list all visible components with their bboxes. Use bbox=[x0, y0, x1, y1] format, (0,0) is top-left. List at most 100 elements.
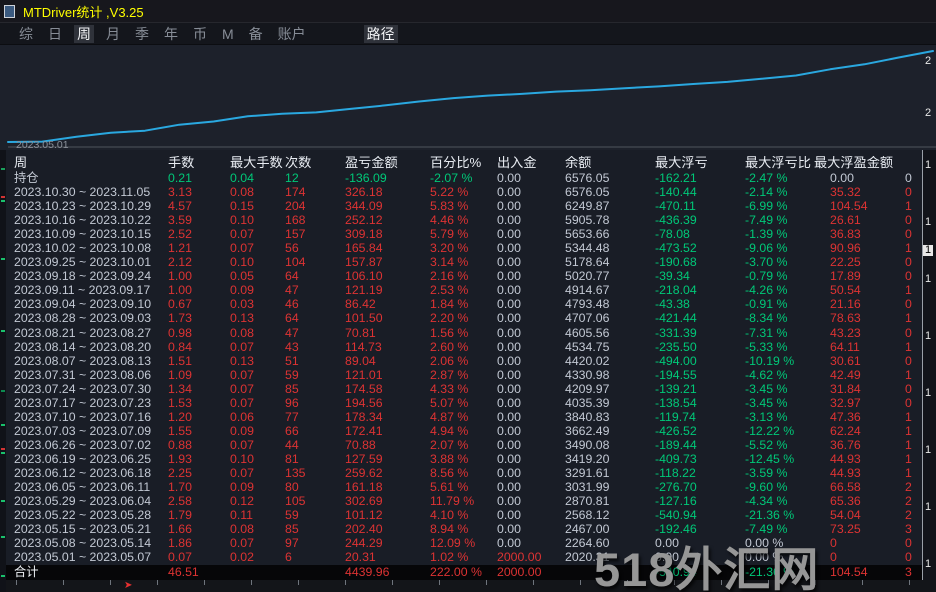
cell-lots: 46.51 bbox=[168, 565, 230, 580]
cell-lots: 1.09 bbox=[168, 368, 230, 382]
cell-date: 2023.08.21 ~ 2023.08.27 bbox=[14, 326, 168, 340]
table-row[interactable]: 2023.08.07 ~ 2023.08.131.510.135189.042.… bbox=[0, 354, 922, 368]
cell-profit: 106.10 bbox=[345, 269, 430, 283]
cell-in_out: 0.00 bbox=[497, 368, 565, 382]
cell-max_float_loss: -189.44 bbox=[655, 438, 745, 452]
cell-balance: 6249.87 bbox=[565, 199, 655, 213]
cell-lots: 1.70 bbox=[168, 480, 230, 494]
cell-clipped: 1 bbox=[905, 241, 922, 255]
table-row[interactable]: 2023.07.24 ~ 2023.07.301.340.0785174.584… bbox=[0, 382, 922, 396]
edge-mark bbox=[1, 196, 5, 198]
menu-item-3[interactable]: 周 bbox=[74, 25, 94, 43]
table-row[interactable]: 2023.06.12 ~ 2023.06.182.250.07135259.62… bbox=[0, 466, 922, 480]
price-scale-label: 2 bbox=[925, 56, 931, 67]
cell-balance: 3031.99 bbox=[565, 480, 655, 494]
table-row[interactable]: 2023.10.09 ~ 2023.10.152.520.07157309.18… bbox=[0, 227, 922, 241]
holding-row[interactable]: 持仓0.210.0412-136.09-2.07 %0.006576.05-16… bbox=[0, 171, 922, 185]
edge-mark bbox=[1, 500, 5, 502]
cell-in_out: 0.00 bbox=[497, 522, 565, 536]
cell-max_float_profit: 64.11 bbox=[830, 340, 905, 354]
axis-tick bbox=[251, 580, 252, 585]
cell-max_lots: 0.07 bbox=[230, 438, 285, 452]
table-row[interactable]: 2023.07.31 ~ 2023.08.061.090.0759121.012… bbox=[0, 368, 922, 382]
cell-balance: 6576.05 bbox=[565, 171, 655, 185]
cell-pct: 5.83 % bbox=[430, 199, 497, 213]
table-row[interactable]: 2023.07.10 ~ 2023.07.161.200.0677178.344… bbox=[0, 410, 922, 424]
axis-tick bbox=[157, 580, 158, 585]
cell-max_float_loss_pct: -1.39 % bbox=[745, 227, 830, 241]
cell-lots: 2.12 bbox=[168, 255, 230, 269]
table-row[interactable]: 2023.09.25 ~ 2023.10.012.120.10104157.87… bbox=[0, 255, 922, 269]
cell-date: 2023.05.29 ~ 2023.06.04 bbox=[14, 494, 168, 508]
cell-balance: 5653.66 bbox=[565, 227, 655, 241]
table-row[interactable]: 2023.10.02 ~ 2023.10.081.210.0756165.843… bbox=[0, 241, 922, 255]
menu-item-2[interactable]: 日 bbox=[45, 25, 65, 43]
table-row[interactable]: 2023.09.11 ~ 2023.09.171.000.0947121.192… bbox=[0, 283, 922, 297]
table-row[interactable]: 2023.08.28 ~ 2023.09.031.730.1364101.502… bbox=[0, 311, 922, 325]
table-row[interactable]: 2023.09.04 ~ 2023.09.100.670.034686.421.… bbox=[0, 297, 922, 311]
cell-max_lots: 0.09 bbox=[230, 283, 285, 297]
table-row[interactable]: 2023.05.29 ~ 2023.06.042.580.12105302.69… bbox=[0, 494, 922, 508]
menu-item-1[interactable]: 综 bbox=[16, 25, 36, 43]
cell-balance: 3291.61 bbox=[565, 466, 655, 480]
cell-lots: 1.73 bbox=[168, 311, 230, 325]
table-row[interactable]: 2023.07.03 ~ 2023.07.091.550.0966172.414… bbox=[0, 424, 922, 438]
cell-profit: 309.18 bbox=[345, 227, 430, 241]
cell-max_lots: 0.13 bbox=[230, 311, 285, 325]
table-row[interactable]: 2023.08.21 ~ 2023.08.270.980.084770.811.… bbox=[0, 326, 922, 340]
cell-date: 2023.05.01 ~ 2023.05.07 bbox=[14, 550, 168, 564]
menu-item-10[interactable]: 账户 bbox=[275, 25, 309, 43]
menu-item-4[interactable]: 月 bbox=[103, 25, 123, 43]
cell-date: 2023.10.23 ~ 2023.10.29 bbox=[14, 199, 168, 213]
cell-date: 2023.09.04 ~ 2023.09.10 bbox=[14, 297, 168, 311]
cell-profit: 244.29 bbox=[345, 536, 430, 550]
menu-item-9[interactable]: 备 bbox=[246, 25, 266, 43]
cell-count: 44 bbox=[285, 438, 345, 452]
menu-item-6[interactable]: 年 bbox=[161, 25, 181, 43]
cell-max_float_loss: -218.04 bbox=[655, 283, 745, 297]
col-header-2: 最大手数 bbox=[230, 156, 285, 171]
cell-pct: 4.46 % bbox=[430, 213, 497, 227]
cell-balance: 3840.83 bbox=[565, 410, 655, 424]
cell-balance: 5178.64 bbox=[565, 255, 655, 269]
table-row[interactable]: 2023.06.05 ~ 2023.06.111.700.0980161.185… bbox=[0, 480, 922, 494]
table-row[interactable]: 2023.10.30 ~ 2023.11.053.130.08174326.18… bbox=[0, 185, 922, 199]
cell-lots: 0.98 bbox=[168, 326, 230, 340]
cell-max_float_loss: -473.52 bbox=[655, 241, 745, 255]
cell-date: 2023.06.26 ~ 2023.07.02 bbox=[14, 438, 168, 452]
cell-lots: 1.00 bbox=[168, 283, 230, 297]
menu-item-5[interactable]: 季 bbox=[132, 25, 152, 43]
table-row[interactable]: 2023.08.14 ~ 2023.08.200.840.0743114.732… bbox=[0, 340, 922, 354]
table-row[interactable]: 2023.06.26 ~ 2023.07.020.880.074470.882.… bbox=[0, 438, 922, 452]
cell-max_lots: 0.07 bbox=[230, 340, 285, 354]
cell-count: 46 bbox=[285, 297, 345, 311]
cell-date: 2023.05.15 ~ 2023.05.21 bbox=[14, 522, 168, 536]
price-arrow-icon: ➤ bbox=[124, 580, 132, 592]
table-row[interactable]: 2023.05.22 ~ 2023.05.281.790.1159101.124… bbox=[0, 508, 922, 522]
table-row[interactable]: 2023.09.18 ~ 2023.09.241.000.0564106.102… bbox=[0, 269, 922, 283]
table-row[interactable]: 2023.06.19 ~ 2023.06.251.930.1081127.593… bbox=[0, 452, 922, 466]
table-row[interactable]: 2023.10.23 ~ 2023.10.294.570.15204344.09… bbox=[0, 199, 922, 213]
cell-date: 2023.08.07 ~ 2023.08.13 bbox=[14, 354, 168, 368]
cell-count: 80 bbox=[285, 480, 345, 494]
cell-lots: 0.07 bbox=[168, 550, 230, 564]
cell-count: 56 bbox=[285, 241, 345, 255]
table-row[interactable]: 2023.07.17 ~ 2023.07.231.530.0796194.565… bbox=[0, 396, 922, 410]
menu-item-7[interactable]: 币 bbox=[190, 25, 210, 43]
menu-item-8[interactable]: M bbox=[219, 25, 237, 43]
cell-max_float_profit: 0.00 bbox=[830, 171, 905, 185]
cell-max_float_loss: -470.11 bbox=[655, 199, 745, 213]
axis-tick bbox=[16, 580, 17, 585]
cell-max_float_loss_pct: -4.26 % bbox=[745, 283, 830, 297]
cell-clipped: 0 bbox=[905, 382, 922, 396]
cell-clipped: 0 bbox=[905, 536, 922, 550]
cell-balance: 4330.98 bbox=[565, 368, 655, 382]
menu-item-11[interactable]: 路径 bbox=[364, 25, 398, 43]
cell-lots: 0.67 bbox=[168, 297, 230, 311]
cell-max_lots: 0.07 bbox=[230, 241, 285, 255]
cell-in_out: 0.00 bbox=[497, 283, 565, 297]
cell-max_float_profit: 26.61 bbox=[830, 213, 905, 227]
cell-profit: 101.12 bbox=[345, 508, 430, 522]
cell-date: 2023.06.05 ~ 2023.06.11 bbox=[14, 480, 168, 494]
table-row[interactable]: 2023.10.16 ~ 2023.10.223.590.10168252.12… bbox=[0, 213, 922, 227]
